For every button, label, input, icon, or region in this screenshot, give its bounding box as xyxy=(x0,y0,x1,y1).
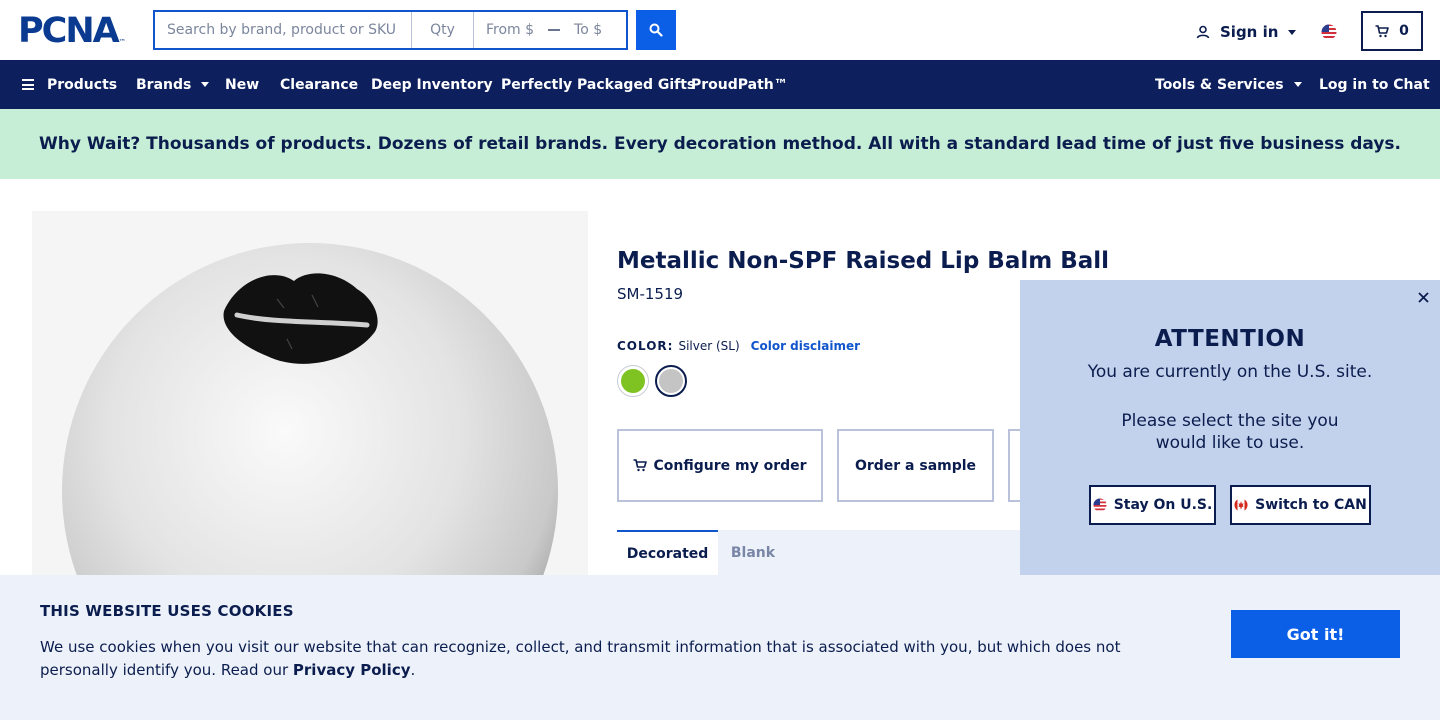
color-value: Silver (SL) xyxy=(678,339,740,353)
color-disclaimer-link[interactable]: Color disclaimer xyxy=(751,339,860,353)
us-flag-icon xyxy=(1093,498,1107,512)
nav-packaged-gifts-label: Perfectly Packaged Gifts xyxy=(501,76,696,93)
cookie-title: THIS WEBSITE USES COOKIES xyxy=(40,602,294,620)
stay-us-label: Stay On U.S. xyxy=(1113,497,1213,513)
product-title: Metallic Non-SPF Raised Lip Balm Ball xyxy=(617,248,1110,274)
canada-flag-icon xyxy=(1234,498,1248,512)
nav-tools-services[interactable]: Tools & Services xyxy=(1155,60,1302,109)
nav-chat-login-label: Log in to Chat xyxy=(1319,76,1430,93)
price-to-input[interactable]: To $ xyxy=(574,22,602,38)
color-label: COLOR: xyxy=(617,339,674,353)
sign-in-menu[interactable]: Sign in xyxy=(1196,20,1297,44)
stay-us-button[interactable]: Stay On U.S. xyxy=(1089,485,1216,525)
cookie-text: We use cookies when you visit our websit… xyxy=(40,636,1140,682)
tab-decorated[interactable]: Decorated xyxy=(617,530,718,576)
nav-deep-inventory[interactable]: Deep Inventory xyxy=(371,60,493,109)
nav-brands[interactable]: Brands xyxy=(136,60,210,109)
configure-order-button[interactable]: Configure my order xyxy=(617,429,823,502)
tab-blank-label: Blank xyxy=(730,545,776,561)
chevron-down-icon xyxy=(201,82,210,87)
swatch-color xyxy=(659,369,683,393)
nav-deep-inventory-label: Deep Inventory xyxy=(371,76,493,93)
privacy-policy-link[interactable]: Privacy Policy xyxy=(293,661,411,679)
cart-icon xyxy=(633,459,648,472)
search-input[interactable]: Search by brand, product or SKU xyxy=(155,12,412,48)
nav-proudpath-label: ProudPath™ xyxy=(691,76,788,93)
nav-chat-login[interactable]: Log in to Chat xyxy=(1319,60,1430,109)
qty-input[interactable]: Qty xyxy=(412,12,474,48)
search-button[interactable] xyxy=(636,10,676,50)
logo-trademark: ™ xyxy=(118,38,126,46)
switch-can-button[interactable]: Switch to CAN xyxy=(1230,485,1371,525)
us-flag-icon[interactable] xyxy=(1321,24,1337,44)
cookie-end: . xyxy=(410,661,416,679)
product-sku: SM-1519 xyxy=(617,285,684,303)
accept-cookies-button[interactable]: Got it! xyxy=(1231,610,1400,658)
tab-blank[interactable]: Blank xyxy=(718,530,788,576)
user-icon xyxy=(1196,25,1210,39)
main-nav: Products Brands New Clearance Deep Inven… xyxy=(0,60,1440,109)
cart-icon xyxy=(1375,24,1389,37)
cookie-body: We use cookies when you visit our websit… xyxy=(40,638,1121,679)
cart-button[interactable]: 0 xyxy=(1361,11,1423,51)
logo-text: PCNA xyxy=(18,11,120,51)
popup-instruction-line2: would like to use. xyxy=(1155,433,1305,453)
price-from-input[interactable]: From $ xyxy=(486,22,534,38)
order-sample-label: Order a sample xyxy=(854,457,977,474)
nav-tools-services-label: Tools & Services xyxy=(1155,76,1284,93)
promo-text: Why Wait? Thousands of products. Dozens … xyxy=(38,134,1402,154)
nav-products-label: Products xyxy=(47,76,118,93)
search-icon xyxy=(649,23,663,37)
order-sample-button[interactable]: Order a sample xyxy=(837,429,994,502)
chevron-down-icon xyxy=(1293,82,1302,87)
popup-current-site: You are currently on the U.S. site. xyxy=(1087,362,1373,382)
sign-in-label: Sign in xyxy=(1220,23,1279,41)
nav-clearance[interactable]: Clearance xyxy=(280,60,358,109)
switch-can-label: Switch to CAN xyxy=(1255,497,1367,513)
nav-clearance-label: Clearance xyxy=(280,76,359,93)
range-dash xyxy=(548,29,561,31)
nav-packaged-gifts[interactable]: Perfectly Packaged Gifts xyxy=(501,60,695,109)
close-icon[interactable] xyxy=(1416,290,1430,304)
nav-products[interactable]: Products xyxy=(22,60,117,109)
tab-decorated-label: Decorated xyxy=(626,546,709,562)
price-range: From $ To $ xyxy=(474,12,626,48)
search-bar: Search by brand, product or SKU Qty From… xyxy=(153,10,628,50)
chevron-down-icon xyxy=(1288,29,1297,35)
cart-count: 0 xyxy=(1399,23,1409,39)
nav-proudpath[interactable]: ProudPath™ xyxy=(691,60,788,109)
top-bar: PCNA ™ Search by brand, product or SKU Q… xyxy=(0,0,1440,60)
color-row: COLOR: Silver (SL) Color disclaimer xyxy=(617,339,860,353)
popup-instruction-line1: Please select the site you xyxy=(1121,411,1339,431)
popup-title: ATTENTION xyxy=(1154,326,1306,352)
swatch-silver[interactable] xyxy=(655,365,687,397)
pcna-logo[interactable]: PCNA ™ xyxy=(18,11,126,51)
promo-banner: Why Wait? Thousands of products. Dozens … xyxy=(0,109,1440,179)
menu-icon xyxy=(22,79,34,90)
nav-new-label: New xyxy=(225,76,260,93)
nav-new[interactable]: New xyxy=(225,60,259,109)
swatch-lime-green[interactable] xyxy=(617,365,649,397)
swatch-color xyxy=(621,369,645,393)
nav-brands-label: Brands xyxy=(136,76,192,93)
configure-order-label: Configure my order xyxy=(653,457,807,474)
